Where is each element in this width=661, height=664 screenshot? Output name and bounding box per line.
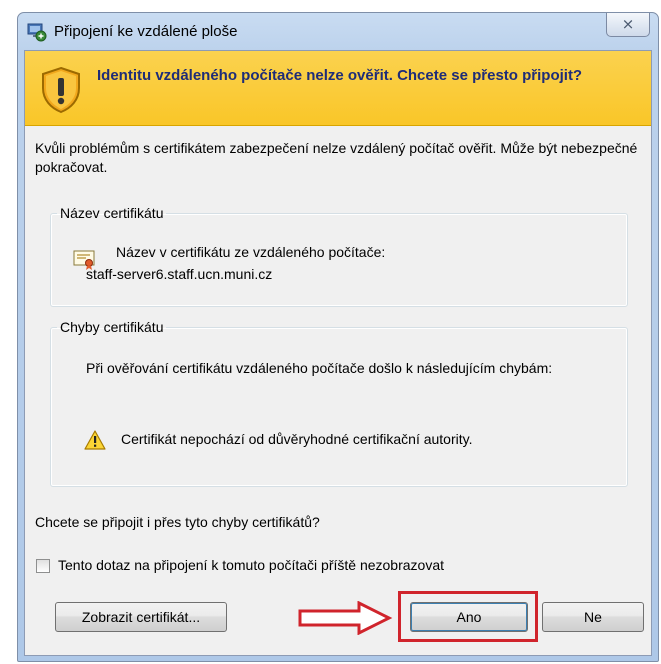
rdp-dialog-window: Připojení ke vzdálené ploše ⨯ Identitu v… — [17, 12, 659, 662]
dont-ask-label[interactable]: Tento dotaz na připojení k tomuto počíta… — [58, 557, 444, 573]
dont-ask-checkbox[interactable] — [36, 559, 50, 573]
certificate-errors-legend: Chyby certifikátu — [60, 319, 164, 335]
certificate-errors-description: Při ověřování certifikátu vzdáleného poč… — [86, 360, 553, 376]
certificate-error-item: Certifikát nepochází od důvěryhodné cert… — [121, 431, 473, 447]
certificate-name-label: Název v certifikátu ze vzdáleného počíta… — [116, 244, 386, 260]
close-icon: ⨯ — [621, 16, 635, 33]
show-certificate-button[interactable]: Zobrazit certifikát... — [55, 602, 227, 632]
intro-text: Kvůli problémům s certifikátem zabezpeče… — [35, 140, 638, 175]
connect-question: Chcete se připojit i přes tyto chyby cer… — [35, 514, 320, 530]
certificate-errors-group: Chyby certifikátu Při ověřování certifik… — [50, 319, 628, 487]
close-button[interactable]: ⨯ — [606, 13, 650, 37]
banner-heading: Identitu vzdáleného počítače nelze ověři… — [97, 67, 583, 84]
warning-banner: Identitu vzdáleného počítače nelze ověři… — [25, 51, 651, 126]
warning-icon — [84, 430, 106, 450]
certificate-name-group: Název certifikátu Název v certifikátu ze… — [50, 205, 628, 307]
certificate-name-value: staff-server6.staff.ucn.muni.cz — [86, 266, 273, 282]
red-arrow-icon — [297, 600, 393, 636]
window-title: Připojení ke vzdálené ploše — [54, 23, 238, 40]
shield-warning-icon — [39, 66, 83, 114]
yes-button-highlight-frame — [398, 591, 538, 642]
dialog-content: Identitu vzdáleného počítače nelze ověři… — [24, 50, 652, 656]
certificate-name-legend: Název certifikátu — [60, 205, 164, 221]
remote-desktop-icon — [27, 22, 47, 42]
title-bar[interactable]: Připojení ke vzdálené ploše ⨯ — [18, 13, 658, 51]
no-button[interactable]: Ne — [542, 602, 644, 632]
